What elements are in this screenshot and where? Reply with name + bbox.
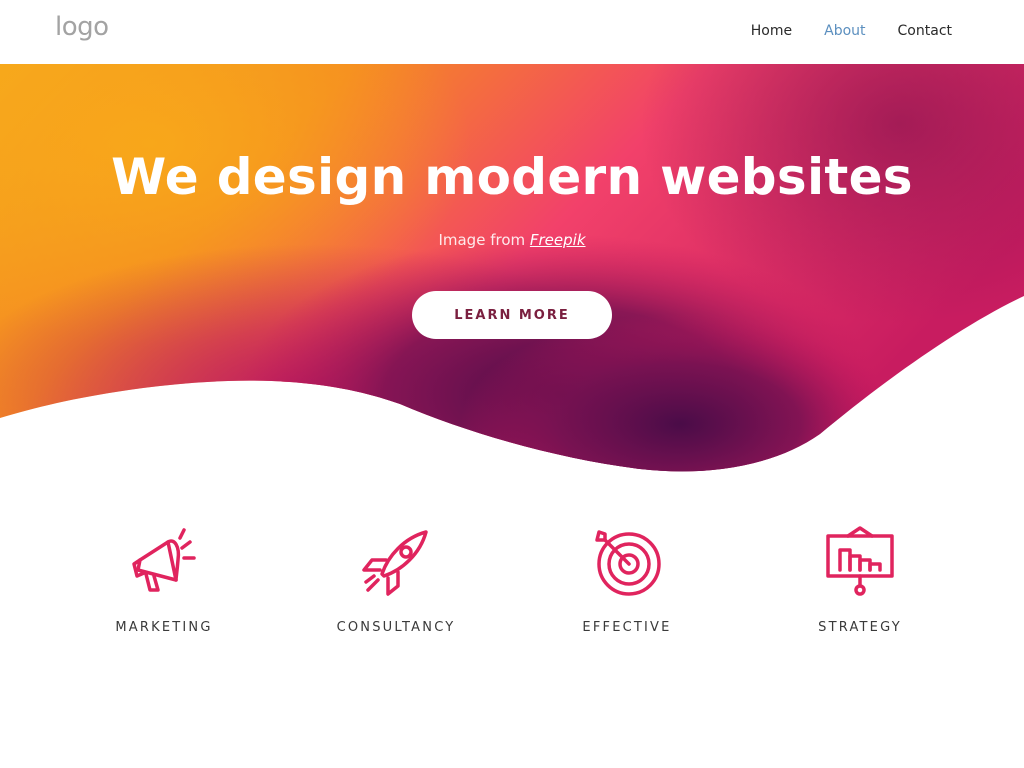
target-icon <box>595 530 661 596</box>
feature-marketing: MARKETING <box>74 526 254 635</box>
nav-link-contact[interactable]: Contact <box>898 23 952 39</box>
hero-gradient-background <box>0 64 1024 472</box>
image-credit: Image from Freepik <box>0 231 1024 249</box>
nav-link-about[interactable]: About <box>824 23 865 39</box>
page: logo Home About Contact We design modern… <box>0 0 1024 768</box>
hero-title: We design modern websites <box>111 148 913 206</box>
megaphone-icon <box>132 528 196 592</box>
main-nav: Home About Contact <box>751 23 952 39</box>
rocket-icon <box>362 530 428 596</box>
logo[interactable]: logo <box>55 12 109 42</box>
learn-more-button[interactable]: LEARN MORE <box>412 291 612 339</box>
site-header: logo Home About Contact <box>0 0 1024 64</box>
feature-effective: EFFECTIVE <box>537 526 717 635</box>
image-credit-text: Image from <box>438 231 526 249</box>
feature-label-effective: EFFECTIVE <box>582 620 672 635</box>
hero-section: We design modern websites Image from Fre… <box>0 64 1024 484</box>
feature-label-marketing: MARKETING <box>115 620 213 635</box>
feature-consultancy: CONSULTANCY <box>306 526 486 635</box>
feature-label-strategy: STRATEGY <box>818 620 902 635</box>
feature-strategy: STRATEGY <box>770 526 950 635</box>
presentation-chart-icon <box>826 526 894 596</box>
freepik-link[interactable]: Freepik <box>530 231 586 249</box>
nav-link-home[interactable]: Home <box>751 23 792 39</box>
feature-label-consultancy: CONSULTANCY <box>336 620 456 635</box>
